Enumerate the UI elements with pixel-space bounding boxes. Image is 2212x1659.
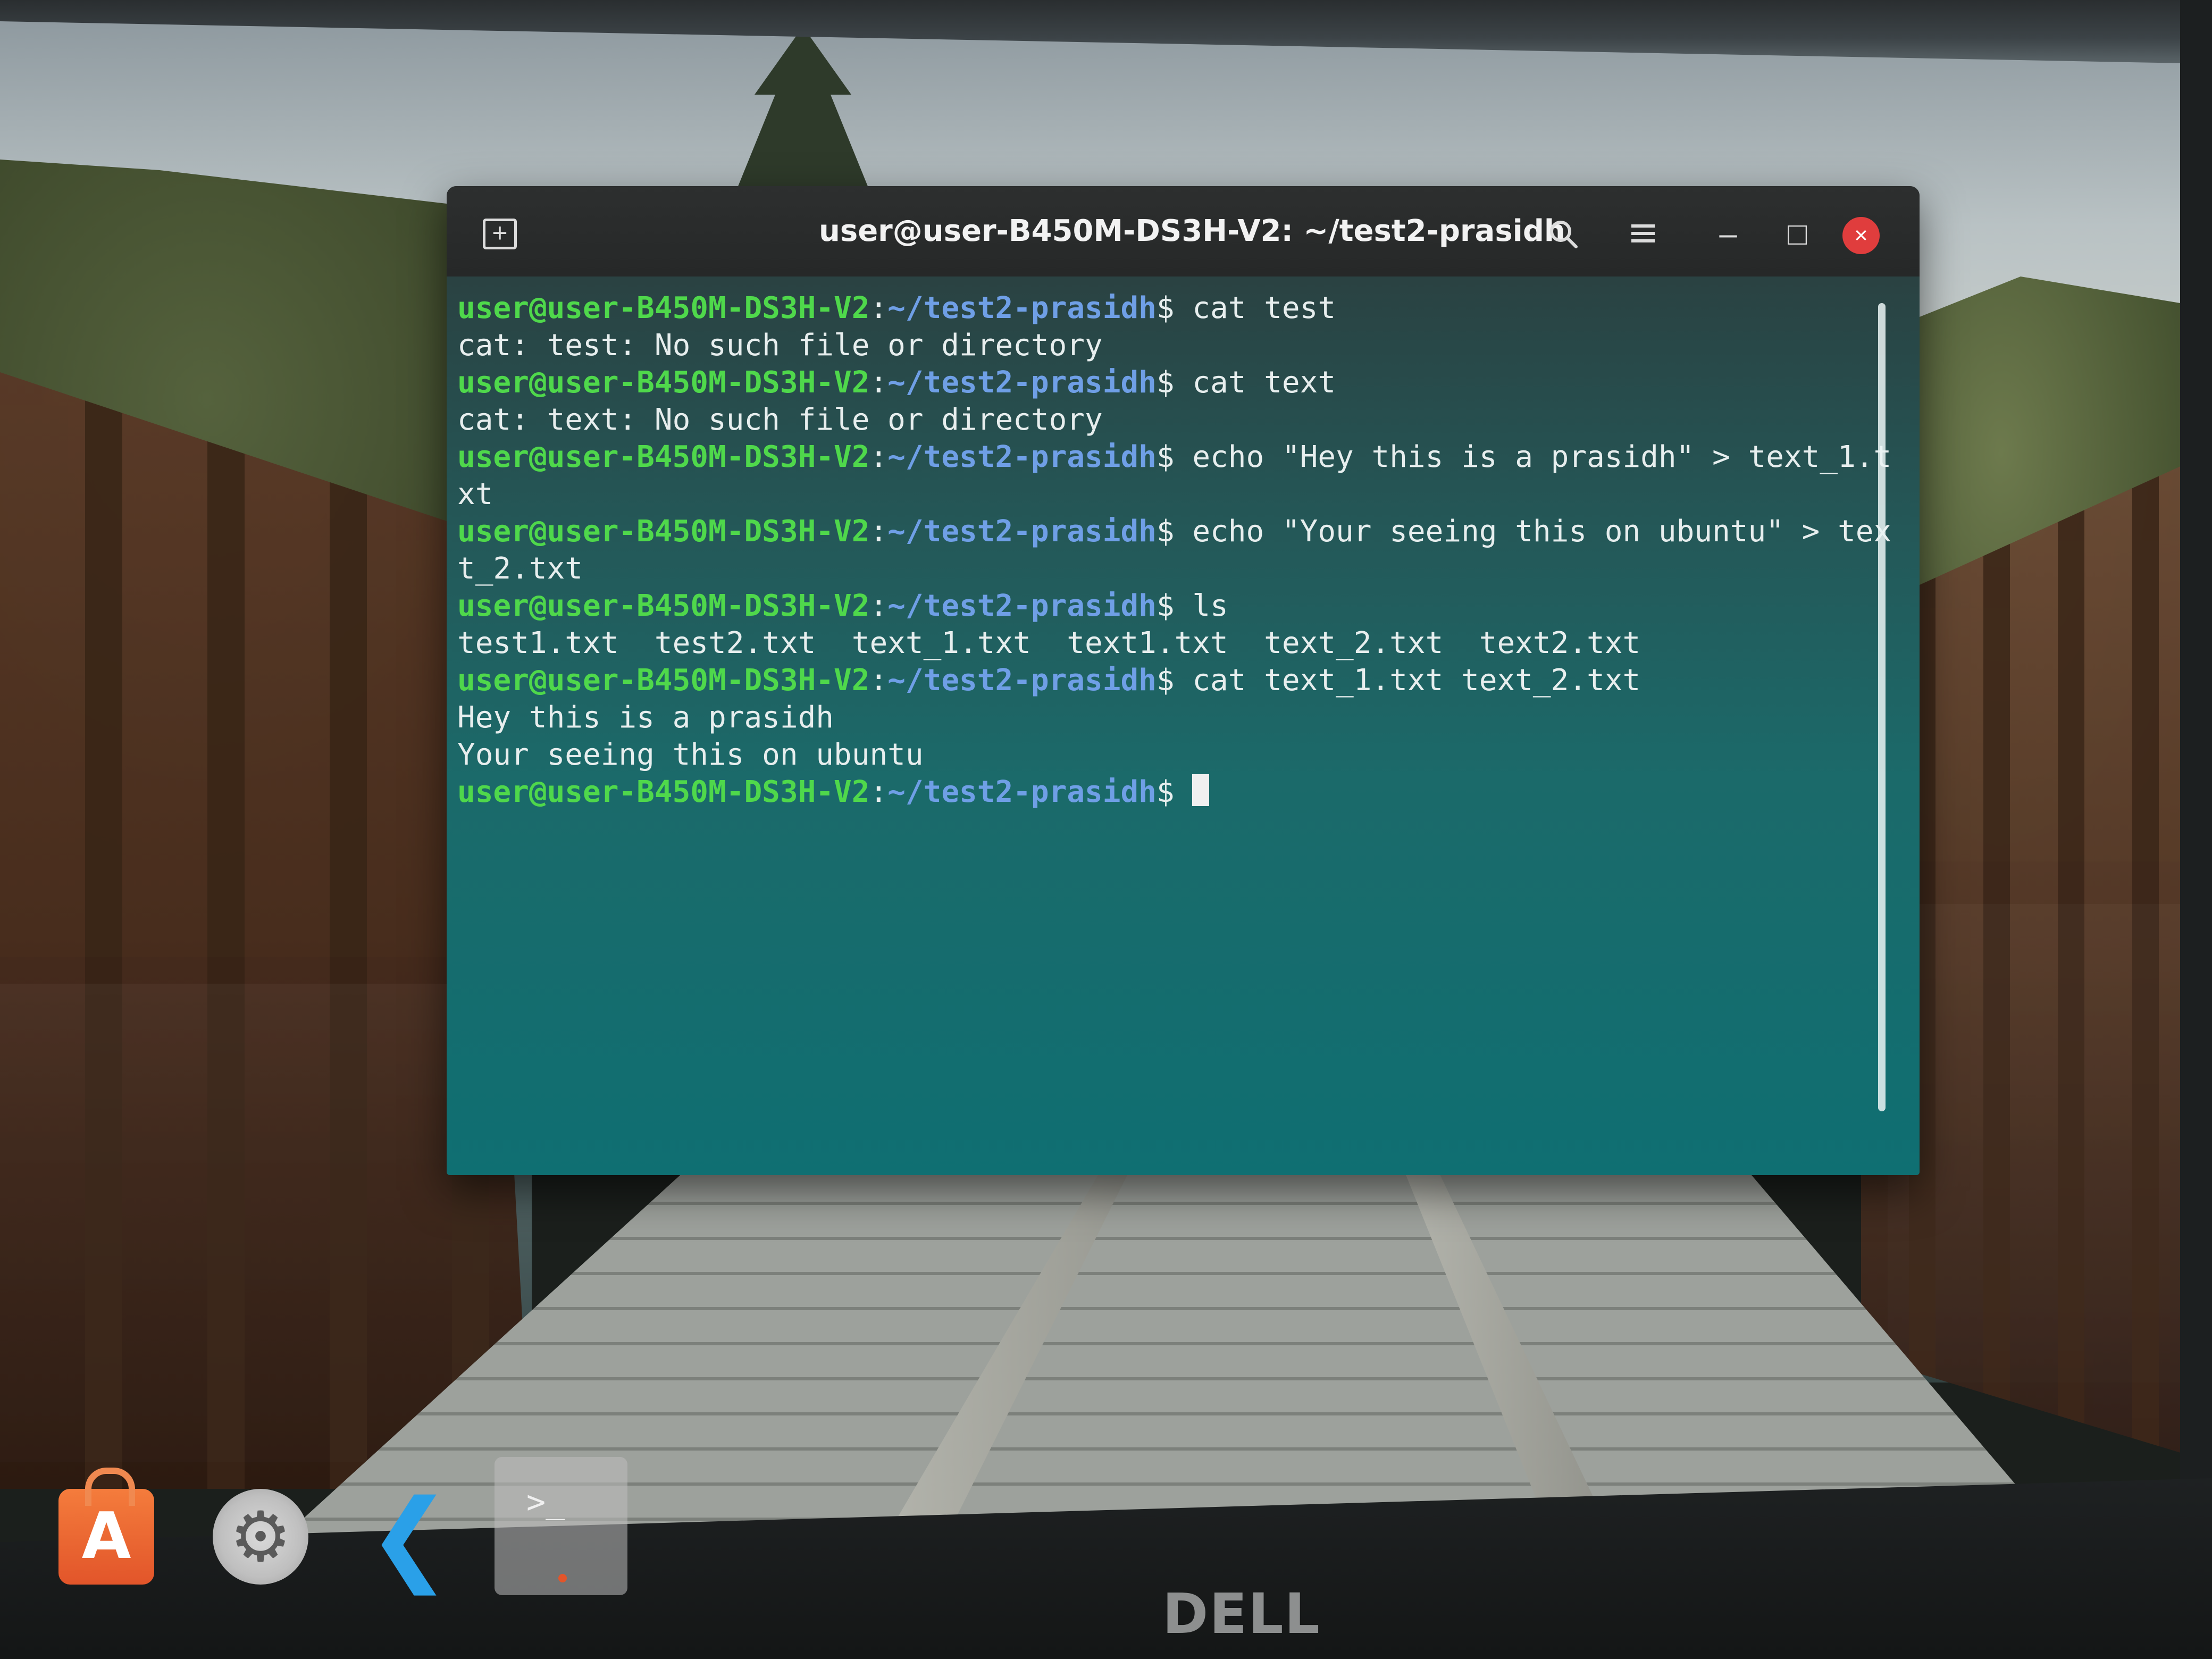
terminal-output-line: cat: text: No such file or directory xyxy=(457,401,1861,439)
window-title: user@user-B450M-DS3H-V2: ~/test2-prasidh xyxy=(819,214,1565,248)
settings-glyph: ⚙ xyxy=(229,1498,292,1576)
new-tab-button[interactable]: + xyxy=(479,210,521,253)
prompt-separator: : xyxy=(869,663,888,698)
command-text: cat text_1.txt text_2.txt xyxy=(1174,663,1641,698)
prompt-user-host: user@user-B450M-DS3H-V2 xyxy=(457,365,870,400)
output-text: Your seeing this on ubuntu xyxy=(457,738,924,772)
terminal-output-line: xt xyxy=(457,476,1861,513)
output-text: Hey this is a prasidh xyxy=(457,700,834,735)
terminal-output[interactable]: user@user-B450M-DS3H-V2:~/test2-prasidh$… xyxy=(457,290,1891,811)
prompt-symbol: $ xyxy=(1156,663,1175,698)
monitor-brand-logo: DELL xyxy=(1162,1581,1321,1646)
command-text: cat text xyxy=(1174,365,1336,400)
terminal-output-line: test1.txt test2.txt text_1.txt text1.txt… xyxy=(457,625,1861,662)
prompt-symbol: $ xyxy=(1156,440,1175,474)
prompt-user-host: user@user-B450M-DS3H-V2 xyxy=(457,775,870,809)
minimize-button[interactable]: – xyxy=(1707,213,1749,255)
vscode-icon[interactable]: ❮ xyxy=(362,1486,457,1587)
maximize-button[interactable]: □ xyxy=(1776,213,1819,255)
prompt-separator: : xyxy=(869,775,888,809)
prompt-symbol: $ xyxy=(1156,589,1175,623)
output-text: t_2.txt xyxy=(457,551,583,586)
terminal-glyph: >_ xyxy=(526,1484,565,1521)
command-text: cat test xyxy=(1174,291,1336,325)
prompt-separator: : xyxy=(869,589,888,623)
prompt-symbol: $ xyxy=(1156,514,1175,549)
terminal-app-icon[interactable]: >_ xyxy=(495,1457,627,1595)
terminal-headerbar[interactable]: + user@user-B450M-DS3H-V2: ~/test2-prasi… xyxy=(447,186,1920,276)
new-tab-icon: + xyxy=(483,219,517,249)
shopping-bag-handle xyxy=(85,1468,135,1506)
prompt-path: ~/test2-prasidh xyxy=(887,663,1157,698)
prompt-separator: : xyxy=(869,365,888,400)
menu-button[interactable] xyxy=(1622,213,1664,255)
prompt-path: ~/test2-prasidh xyxy=(887,291,1157,325)
command-text: ls xyxy=(1174,589,1228,623)
command-text xyxy=(1175,775,1193,809)
prompt-separator: : xyxy=(869,514,888,549)
prompt-user-host: user@user-B450M-DS3H-V2 xyxy=(457,440,870,474)
terminal-window[interactable]: + user@user-B450M-DS3H-V2: ~/test2-prasi… xyxy=(447,186,1920,1175)
command-text: echo "Hey this is a prasidh" > text_1.t xyxy=(1174,440,1892,474)
output-text: xt xyxy=(457,477,493,512)
prompt-user-host: user@user-B450M-DS3H-V2 xyxy=(457,291,870,325)
prompt-path: ~/test2-prasidh xyxy=(887,775,1157,809)
hamburger-menu-icon xyxy=(1631,224,1655,242)
terminal-output-line: Hey this is a prasidh xyxy=(457,699,1861,736)
terminal-prompt-line: user@user-B450M-DS3H-V2:~/test2-prasidh$… xyxy=(457,588,1861,625)
running-indicator xyxy=(558,1574,567,1582)
terminal-output-line: cat: test: No such file or directory xyxy=(457,327,1861,364)
terminal-output-line: Your seeing this on ubuntu xyxy=(457,736,1861,774)
prompt-user-host: user@user-B450M-DS3H-V2 xyxy=(457,663,870,698)
terminal-prompt-line: user@user-B450M-DS3H-V2:~/test2-prasidh$… xyxy=(457,290,1861,327)
terminal-prompt-line: user@user-B450M-DS3H-V2:~/test2-prasidh$… xyxy=(457,364,1861,401)
text-cursor xyxy=(1192,774,1210,806)
output-text: cat: test: No such file or directory xyxy=(457,328,1103,363)
monitor-bezel-right xyxy=(2180,0,2212,1659)
output-text: cat: text: No such file or directory xyxy=(457,403,1103,437)
prompt-path: ~/test2-prasidh xyxy=(887,589,1157,623)
dock: A ⚙ ❮ >_ xyxy=(0,1457,665,1595)
prompt-path: ~/test2-prasidh xyxy=(887,365,1157,400)
close-button[interactable]: × xyxy=(1842,217,1880,254)
prompt-symbol: $ xyxy=(1156,291,1175,325)
output-text: test1.txt test2.txt text_1.txt text1.txt… xyxy=(457,626,1641,660)
prompt-path: ~/test2-prasidh xyxy=(887,514,1157,549)
ubuntu-software-icon[interactable]: A xyxy=(58,1468,154,1585)
terminal-prompt-line: user@user-B450M-DS3H-V2:~/test2-prasidh$… xyxy=(457,439,1891,476)
terminal-prompt-line: user@user-B450M-DS3H-V2:~/test2-prasidh$ xyxy=(457,774,1861,811)
prompt-path: ~/test2-prasidh xyxy=(887,440,1157,474)
terminal-scrollbar[interactable] xyxy=(1878,303,1886,1111)
prompt-symbol: $ xyxy=(1156,775,1175,809)
prompt-user-host: user@user-B450M-DS3H-V2 xyxy=(457,589,870,623)
terminal-prompt-line: user@user-B450M-DS3H-V2:~/test2-prasidh$… xyxy=(457,513,1891,550)
search-button[interactable] xyxy=(1542,213,1585,255)
prompt-user-host: user@user-B450M-DS3H-V2 xyxy=(457,514,870,549)
terminal-output-line: t_2.txt xyxy=(457,550,1861,588)
prompt-separator: : xyxy=(869,291,888,325)
vscode-glyph: ❮ xyxy=(367,1478,452,1595)
prompt-separator: : xyxy=(869,440,888,474)
settings-gear-icon[interactable]: ⚙ xyxy=(213,1489,308,1585)
command-text: echo "Your seeing this on ubuntu" > tex xyxy=(1174,514,1892,549)
terminal-prompt-line: user@user-B450M-DS3H-V2:~/test2-prasidh$… xyxy=(457,662,1861,699)
prompt-symbol: $ xyxy=(1156,365,1175,400)
ubuntu-software-glyph: A xyxy=(81,1499,131,1573)
search-icon xyxy=(1550,221,1578,248)
